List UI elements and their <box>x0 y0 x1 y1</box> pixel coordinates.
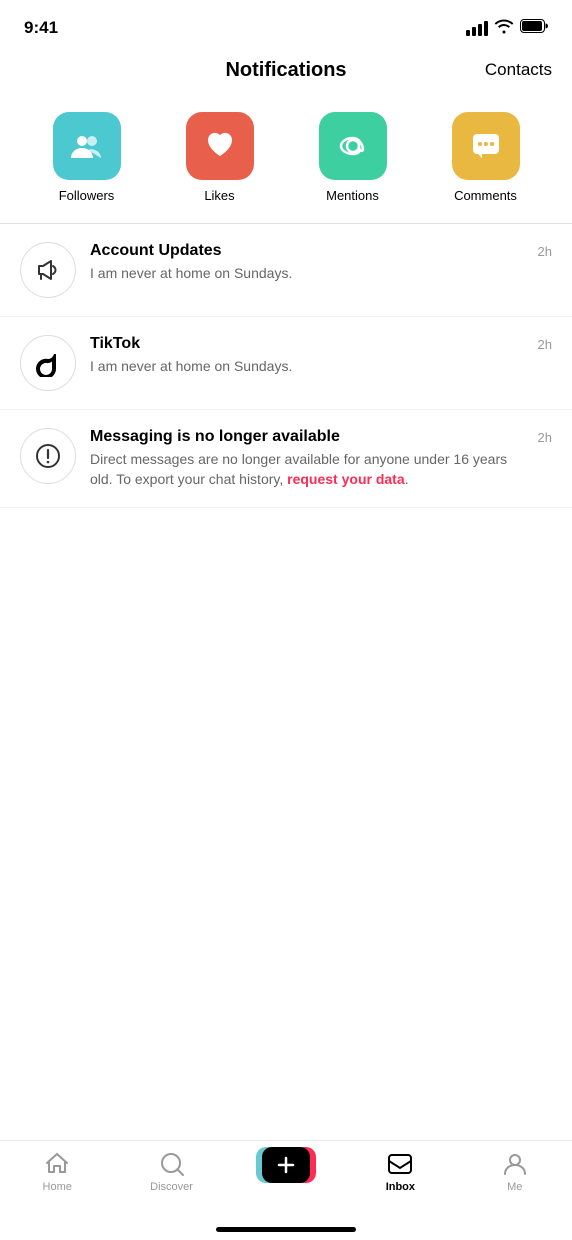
followers-icon <box>69 128 105 164</box>
home-label: Home <box>43 1181 72 1193</box>
nav-add[interactable] <box>256 1147 316 1183</box>
categories-row: Followers Likes Mentions <box>0 96 572 223</box>
home-indicator <box>216 1227 356 1232</box>
at-icon <box>335 128 371 164</box>
nav-home[interactable]: Home <box>27 1151 87 1193</box>
messaging-text-part2: . <box>405 471 409 487</box>
notification-list: Account Updates I am never at home on Su… <box>0 224 572 508</box>
me-label: Me <box>507 1181 522 1193</box>
tiktok-time: 2h <box>538 337 552 352</box>
home-icon <box>44 1151 70 1177</box>
page-title: Notifications <box>225 59 346 82</box>
nav-inbox[interactable]: Inbox <box>370 1151 430 1193</box>
category-comments[interactable]: Comments <box>452 112 520 203</box>
bottom-nav: Home Discover Inbox <box>0 1140 572 1240</box>
heart-icon <box>202 128 238 164</box>
exclamation-icon <box>34 442 62 470</box>
messaging-content: Messaging is no longer available Direct … <box>90 428 524 489</box>
notification-messaging[interactable]: Messaging is no longer available Direct … <box>0 410 572 508</box>
messaging-message: Direct messages are no longer available … <box>90 450 524 489</box>
wifi-icon <box>494 18 514 39</box>
status-bar: 9:41 <box>0 0 572 44</box>
account-updates-time: 2h <box>538 244 552 259</box>
tiktok-message: I am never at home on Sundays. <box>90 357 524 377</box>
messaging-title: Messaging is no longer available <box>90 428 524 446</box>
plus-icon <box>275 1154 297 1176</box>
request-data-link[interactable]: request your data <box>287 471 404 487</box>
messaging-avatar <box>20 428 76 484</box>
nav-me[interactable]: Me <box>485 1151 545 1193</box>
category-likes[interactable]: Likes <box>186 112 254 203</box>
comments-icon-box <box>452 112 520 180</box>
profile-icon <box>502 1151 528 1177</box>
followers-icon-box <box>53 112 121 180</box>
notification-tiktok[interactable]: TikTok I am never at home on Sundays. 2h <box>0 317 572 410</box>
megaphone-icon <box>34 256 62 284</box>
discover-label: Discover <box>150 1181 193 1193</box>
tiktok-title: TikTok <box>90 335 524 353</box>
account-updates-message: I am never at home on Sundays. <box>90 264 524 284</box>
tiktok-avatar <box>20 335 76 391</box>
header: Notifications Contacts <box>0 44 572 96</box>
battery-icon <box>520 19 548 38</box>
nav-discover[interactable]: Discover <box>142 1151 202 1193</box>
category-mentions[interactable]: Mentions <box>319 112 387 203</box>
account-updates-title: Account Updates <box>90 242 524 260</box>
tiktok-icon <box>34 349 62 377</box>
discover-icon <box>159 1151 185 1177</box>
inbox-icon <box>387 1151 413 1177</box>
notification-account-updates[interactable]: Account Updates I am never at home on Su… <box>0 224 572 317</box>
add-button[interactable] <box>262 1147 310 1183</box>
account-updates-content: Account Updates I am never at home on Su… <box>90 242 524 284</box>
comment-icon <box>468 128 504 164</box>
contacts-button[interactable]: Contacts <box>485 60 552 80</box>
mentions-icon-box <box>319 112 387 180</box>
inbox-label: Inbox <box>386 1181 415 1193</box>
status-icons <box>466 18 548 39</box>
category-followers[interactable]: Followers <box>53 112 121 203</box>
account-updates-avatar <box>20 242 76 298</box>
status-time: 9:41 <box>24 18 58 38</box>
messaging-time: 2h <box>538 430 552 445</box>
tiktok-content: TikTok I am never at home on Sundays. <box>90 335 524 377</box>
followers-label: Followers <box>59 188 115 203</box>
comments-label: Comments <box>454 188 517 203</box>
likes-icon-box <box>186 112 254 180</box>
mentions-label: Mentions <box>326 188 379 203</box>
signal-icon <box>466 21 488 36</box>
likes-label: Likes <box>204 188 234 203</box>
